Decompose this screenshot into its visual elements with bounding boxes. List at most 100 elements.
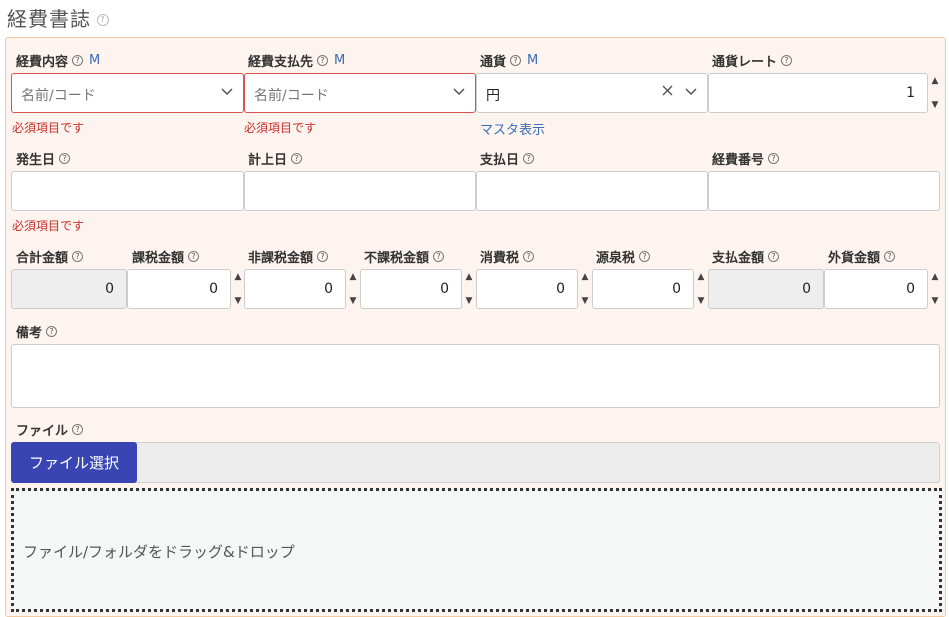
occurrence-date-label: 発生日 ?: [16, 149, 71, 168]
file-label: ファイル ?: [16, 420, 84, 439]
tax-exempt-amount-value: 0: [440, 281, 449, 297]
help-icon[interactable]: ?: [188, 251, 200, 262]
withholding-tax-input[interactable]: 0: [592, 269, 694, 309]
tax-exempt-label-text: 不課税金額: [364, 251, 430, 266]
remarks-textarea[interactable]: [11, 344, 940, 408]
stepper-down-icon[interactable]: ▼: [582, 296, 589, 306]
help-icon[interactable]: ?: [72, 251, 84, 262]
total-amount-value: 0: [105, 281, 114, 297]
withholding-tax-value: 0: [672, 281, 681, 297]
stepper-up-icon[interactable]: ▲: [235, 272, 242, 282]
stepper-down-icon[interactable]: ▼: [698, 296, 705, 306]
stepper-up-icon[interactable]: ▲: [466, 272, 473, 282]
help-icon[interactable]: ?: [317, 251, 329, 262]
close-icon[interactable]: [662, 82, 673, 100]
help-icon[interactable]: ?: [768, 251, 780, 262]
expense-number-label-text: 経費番号: [712, 153, 765, 168]
stepper-down-icon[interactable]: ▼: [932, 296, 939, 306]
foreign-amount-input[interactable]: 0: [824, 269, 928, 309]
stepper-up-icon[interactable]: ▲: [932, 272, 939, 282]
help-icon[interactable]: ?: [72, 55, 84, 66]
consumption-tax-label: 消費税 ?: [480, 247, 535, 266]
withholding-tax-stepper[interactable]: ▲ ▼: [694, 269, 708, 309]
currency-select[interactable]: 円: [476, 73, 708, 113]
payee-error: 必須項目です: [244, 121, 317, 135]
posting-date-input[interactable]: [244, 171, 476, 211]
tax-exempt-amount-stepper[interactable]: ▲ ▼: [462, 269, 476, 309]
tax-exempt-amount-input[interactable]: 0: [360, 269, 462, 309]
withholding-tax-label-text: 源泉税: [596, 251, 636, 266]
total-amount-field: 0: [11, 269, 127, 309]
remarks-label: 備考 ?: [16, 322, 58, 341]
occurrence-date-error: 必須項目です: [12, 219, 85, 233]
remarks-label-text: 備考: [16, 326, 43, 341]
help-icon[interactable]: ?: [46, 326, 58, 337]
rate-input[interactable]: 1: [708, 73, 928, 113]
file-input-bar[interactable]: [11, 442, 940, 483]
stepper-down-icon[interactable]: ▼: [932, 100, 939, 110]
help-icon[interactable]: ?: [639, 251, 651, 262]
help-icon[interactable]: ?: [884, 251, 896, 262]
chevron-down-icon[interactable]: [685, 85, 697, 100]
expense-number-label: 経費番号 ?: [712, 149, 780, 168]
rate-label: 通貨レート ?: [712, 51, 793, 70]
chevron-down-icon[interactable]: [221, 85, 233, 100]
foreign-amount-label: 外貨金額 ?: [828, 247, 896, 266]
payee-label: 経費支払先 ? M: [248, 51, 345, 70]
help-icon[interactable]: ?: [433, 251, 445, 262]
help-icon[interactable]: ?: [781, 55, 793, 66]
payment-date-input[interactable]: [476, 171, 708, 211]
stepper-down-icon[interactable]: ▼: [466, 296, 473, 306]
payee-master-link[interactable]: M: [334, 53, 345, 68]
foreign-amount-label-text: 外貨金額: [828, 251, 881, 266]
occurrence-date-input[interactable]: [11, 171, 244, 211]
expense-content-master-link[interactable]: M: [89, 53, 100, 68]
foreign-amount-stepper[interactable]: ▲ ▼: [928, 269, 942, 309]
rate-stepper[interactable]: ▲ ▼: [928, 73, 942, 113]
non-taxable-amount-input[interactable]: 0: [244, 269, 346, 309]
help-icon[interactable]: ?: [523, 153, 535, 164]
stepper-down-icon[interactable]: ▼: [235, 296, 242, 306]
currency-value: 円: [486, 88, 500, 104]
expense-number-input[interactable]: [708, 171, 940, 211]
help-icon[interactable]: ?: [72, 424, 84, 435]
stepper-down-icon[interactable]: ▼: [350, 296, 357, 306]
stepper-up-icon[interactable]: ▲: [350, 272, 357, 282]
stepper-up-icon[interactable]: ▲: [932, 76, 939, 86]
chevron-down-icon[interactable]: [453, 85, 465, 100]
rate-value: 1: [906, 85, 915, 101]
stepper-up-icon[interactable]: ▲: [698, 272, 705, 282]
expense-content-select[interactable]: 名前/コード: [11, 73, 244, 113]
consumption-tax-input[interactable]: 0: [476, 269, 578, 309]
rate-label-text: 通貨レート: [712, 55, 778, 70]
posting-date-label-text: 計上日: [248, 153, 288, 168]
expense-content-placeholder: 名前/コード: [21, 88, 96, 104]
help-icon[interactable]: ?: [97, 13, 109, 26]
page-title: 経費書誌 ?: [7, 3, 109, 32]
stepper-up-icon[interactable]: ▲: [582, 272, 589, 282]
consumption-tax-stepper[interactable]: ▲ ▼: [578, 269, 592, 309]
file-label-text: ファイル: [16, 424, 69, 439]
taxable-amount-input[interactable]: 0: [127, 269, 231, 309]
non-taxable-label-text: 非課税金額: [248, 251, 314, 266]
foreign-amount-value: 0: [906, 281, 915, 297]
consumption-tax-label-text: 消費税: [480, 251, 520, 266]
currency-label-text: 通貨: [480, 55, 507, 70]
help-icon[interactable]: ?: [317, 55, 329, 66]
file-dropzone[interactable]: ファイル/フォルダをドラッグ&ドロップ: [11, 488, 942, 612]
non-taxable-label: 非課税金額 ?: [248, 247, 329, 266]
withholding-tax-label: 源泉税 ?: [596, 247, 651, 266]
payee-select[interactable]: 名前/コード: [244, 73, 476, 113]
currency-master-link[interactable]: M: [527, 53, 538, 68]
help-icon[interactable]: ?: [291, 153, 303, 164]
help-icon[interactable]: ?: [59, 153, 71, 164]
help-icon[interactable]: ?: [768, 153, 780, 164]
non-taxable-amount-stepper[interactable]: ▲ ▼: [346, 269, 360, 309]
payment-amount-field: 0: [708, 269, 824, 309]
taxable-amount-stepper[interactable]: ▲ ▼: [231, 269, 245, 309]
help-icon[interactable]: ?: [510, 55, 522, 66]
currency-master-view-link[interactable]: マスタ表示: [480, 119, 545, 138]
tax-exempt-label: 不課税金額 ?: [364, 247, 445, 266]
file-select-button[interactable]: ファイル選択: [11, 442, 137, 483]
help-icon[interactable]: ?: [523, 251, 535, 262]
